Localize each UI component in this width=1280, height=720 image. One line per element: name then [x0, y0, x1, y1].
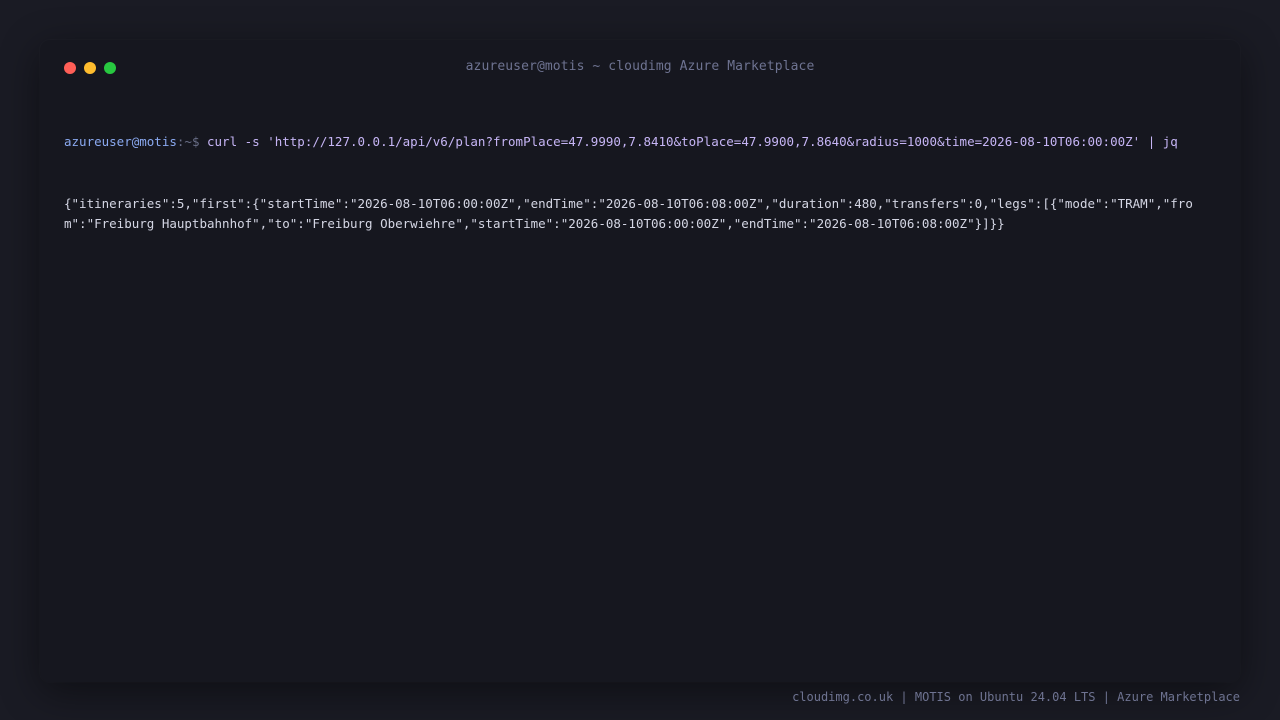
terminal-body[interactable]: azureuser@motis:~$ curl -s 'http://127.0… — [64, 91, 1214, 276]
window-title: azureuser@motis ~ cloudimg Azure Marketp… — [465, 59, 815, 74]
command-output: {"itineraries":5,"first":{"startTime":"2… — [64, 195, 1193, 232]
command-text: curl -s 'http://127.0.0.1/api/v6/plan?fr… — [199, 134, 1178, 149]
prompt-user: azureuser@motis — [64, 134, 177, 149]
footer-caption: cloudimg.co.uk | MOTIS on Ubuntu 24.04 L… — [792, 690, 1240, 704]
title-bar: azureuser@motis ~ cloudimg Azure Marketp… — [40, 40, 1240, 96]
command-line: azureuser@motis:~$ curl -s 'http://127.0… — [64, 132, 1214, 153]
prompt-path: :~$ — [176, 134, 200, 149]
terminal-window: azureuser@motis ~ cloudimg Azure Marketp… — [40, 40, 1240, 682]
